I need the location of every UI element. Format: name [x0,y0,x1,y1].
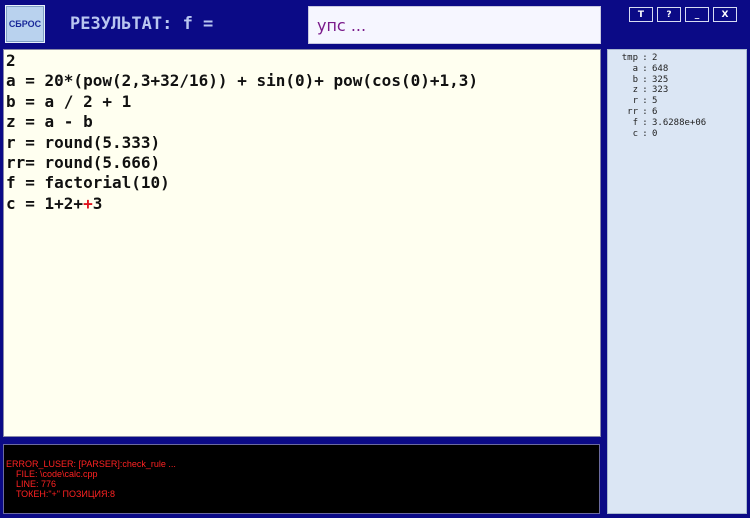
variable-row: a:648 [612,64,746,75]
variable-row: r:5 [612,96,746,107]
editor-line: z = a - b [6,112,93,132]
editor-line: r = round(5.333) [6,132,161,152]
result-output: упс ... [308,6,601,44]
error-line-prefix: c = 1+2+ [6,193,84,213]
variable-name: z [632,85,638,96]
variable-row: z:323 [612,85,746,96]
variable-row: b:325 [612,75,746,86]
variable-row: c:0 [612,129,746,140]
variable-row: f:3.6288e+06 [612,118,746,129]
editor-line: rr= round(5.666) [6,152,161,172]
console-line: ТОКЕН:"+" ПОЗИЦИЯ:8 [6,489,115,499]
variable-name: r [632,96,638,107]
reset-button[interactable]: СБРОС [5,5,45,43]
variable-value: 3.6288e+06 [652,117,707,128]
result-label: РЕЗУЛЬТАТ: f = [70,14,214,34]
editor-line: 2 [6,51,16,70]
error-line-suffix: 3 [92,193,103,213]
error-token-highlight: + [83,193,93,213]
variables-panel: tmp:2 a:648 b:325 z:323 r:5 rr:6 f:3.628… [607,49,747,514]
variable-value: 5 [652,96,658,107]
variable-name: rr [627,106,638,117]
variable-name: b [632,74,638,85]
close-button[interactable]: X [713,7,737,22]
editor-line: b = a / 2 + 1 [6,91,132,111]
variable-row: rr:6 [612,107,746,118]
variable-value: 648 [652,63,669,74]
variable-name: a [632,63,638,74]
variable-name: c [632,128,638,139]
minimize-button[interactable]: _ [685,7,709,22]
editor-line-error: c = 1+2++3 [6,194,600,214]
console-line: FILE: \code\calc.cpp [6,469,98,479]
editor-line: a = 20*(pow(2,3+32/16)) + sin(0)+ pow(co… [6,71,479,91]
window-controls: T ? _ X [629,7,737,22]
variable-value: 6 [652,106,658,117]
variable-value: 0 [652,128,658,139]
topmost-button[interactable]: T [629,7,653,22]
variable-name: tmp [621,53,638,63]
editor-line: f = factorial(10) [6,173,170,193]
variable-value: 325 [652,74,669,85]
console-line: ERROR_LUSER: [PARSER]:check_rule ... [6,459,176,469]
console-line: LINE: 776 [6,479,57,489]
variable-row: tmp:2 [612,53,746,64]
expression-editor[interactable]: 2 a = 20*(pow(2,3+32/16)) + sin(0)+ pow(… [3,49,601,437]
error-console: ERROR_LUSER: [PARSER]:check_rule ... FIL… [3,444,600,514]
variable-value: 323 [652,85,669,96]
variable-value: 2 [652,53,658,63]
variable-name: f [632,117,638,128]
help-button[interactable]: ? [657,7,681,22]
